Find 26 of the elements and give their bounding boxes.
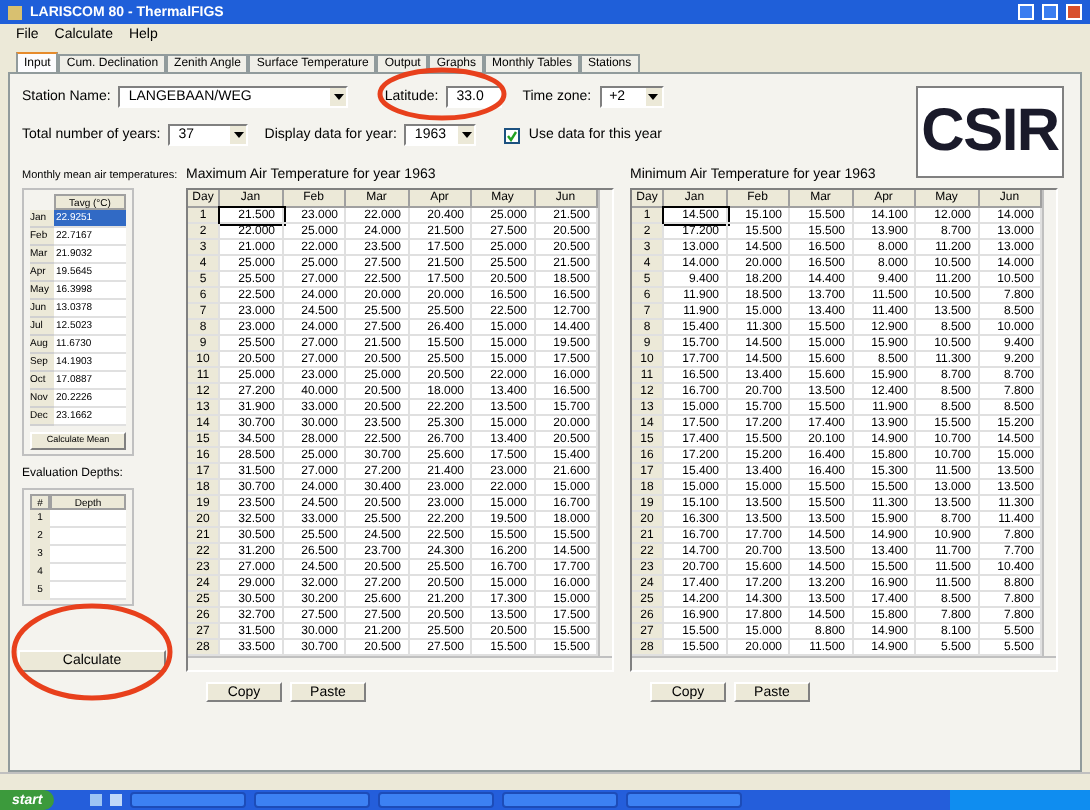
- horizontal-scrollbar[interactable]: [188, 656, 612, 670]
- table-cell[interactable]: [50, 582, 126, 600]
- table-cell[interactable]: [50, 564, 126, 582]
- table-cell[interactable]: [50, 528, 126, 546]
- horizontal-scrollbar[interactable]: [632, 656, 1056, 670]
- taskbar-item[interactable]: [254, 792, 371, 808]
- vertical-scrollbar[interactable]: [598, 190, 612, 656]
- vertical-scrollbar[interactable]: [1042, 190, 1056, 656]
- annotation-circle: [376, 66, 508, 122]
- taskbar-item[interactable]: [378, 792, 495, 808]
- close-button[interactable]: [1066, 4, 1082, 20]
- caret-icon: [645, 88, 662, 106]
- taskbar-item[interactable]: [626, 792, 743, 808]
- taskbar-item[interactable]: [130, 792, 247, 808]
- caret-icon: [458, 126, 475, 144]
- system-tray: [950, 790, 1090, 810]
- table-cell[interactable]: [50, 510, 126, 528]
- taskbar-item[interactable]: [502, 792, 619, 808]
- app-icon: [8, 5, 22, 19]
- checkbox[interactable]: [504, 127, 521, 143]
- caret-icon: [230, 126, 247, 144]
- table-cell[interactable]: [50, 546, 126, 564]
- minimize-button[interactable]: [1018, 4, 1034, 20]
- maximize-button[interactable]: [1042, 4, 1058, 20]
- logo: CSIR: [916, 86, 1064, 178]
- caret-icon: [330, 88, 347, 106]
